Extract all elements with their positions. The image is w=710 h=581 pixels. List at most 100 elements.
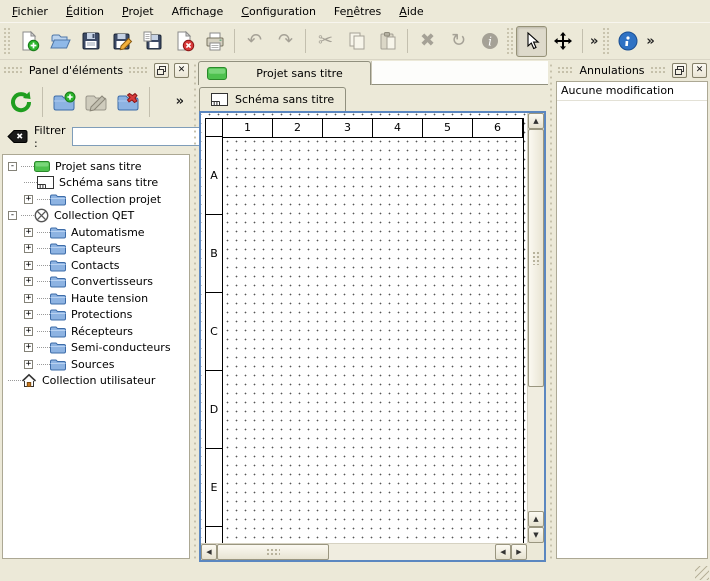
- schema-viewport: 1 2 3 4 5 6 A B C D E ▲ ▲ ▼ ◀: [199, 111, 546, 562]
- cut-button[interactable]: ✂: [310, 26, 341, 57]
- menu-fichier[interactable]: Fichier: [3, 1, 57, 22]
- schema-canvas[interactable]: 1 2 3 4 5 6 A B C D E: [201, 113, 527, 543]
- menu-fenetres[interactable]: Fenêtres: [325, 1, 390, 22]
- rotate-button[interactable]: ↻: [443, 26, 474, 57]
- menu-aide[interactable]: Aide: [390, 1, 432, 22]
- vertical-scroll-thumb[interactable]: [528, 129, 544, 387]
- toolbar-drag-handle[interactable]: [602, 27, 611, 55]
- float-panel-button[interactable]: [672, 63, 687, 78]
- folder-icon: [50, 226, 66, 239]
- select-tool-button[interactable]: [516, 26, 547, 57]
- redo-button[interactable]: ↷: [270, 26, 301, 57]
- toolbar-drag-handle[interactable]: [506, 27, 515, 55]
- row-label: E: [205, 448, 223, 527]
- edit-category-button[interactable]: [80, 86, 112, 118]
- save-as-button[interactable]: [106, 26, 137, 57]
- delete-category-button[interactable]: [112, 86, 144, 118]
- undo-panel-title: Annulations: [579, 64, 644, 77]
- toolbar-overflow-button[interactable]: »: [643, 34, 657, 49]
- tree-item-schema-sans-titre[interactable]: Schéma sans titre: [3, 175, 189, 192]
- tab-schema-sans-titre[interactable]: Schéma sans titre: [199, 87, 346, 111]
- tree-item-automatisme[interactable]: + Automatisme: [3, 224, 189, 241]
- tree-expander[interactable]: -: [8, 162, 17, 171]
- tree-item-haute-tension[interactable]: + Haute tension: [3, 290, 189, 307]
- delete-button[interactable]: ✖: [412, 26, 443, 57]
- project-icon: [207, 66, 227, 81]
- column-label: 6: [472, 118, 523, 138]
- tree-item-collection-projet[interactable]: + Collection projet: [3, 191, 189, 208]
- toolbar-overflow-button[interactable]: »: [587, 34, 601, 49]
- save-button[interactable]: [75, 26, 106, 57]
- clear-filter-button[interactable]: [7, 129, 28, 144]
- tab-projet-sans-titre[interactable]: Projet sans titre: [198, 61, 371, 85]
- project-area: Projet sans titre Schéma sans titre 1 2 …: [198, 61, 548, 562]
- dock-drag-texture[interactable]: [128, 66, 149, 75]
- tree-expander[interactable]: +: [24, 228, 33, 237]
- save-all-button[interactable]: [137, 26, 168, 57]
- print-button[interactable]: [199, 26, 230, 57]
- toolbar-drag-handle[interactable]: [3, 27, 12, 55]
- resize-grip[interactable]: [695, 566, 709, 580]
- menu-edition[interactable]: Édition: [57, 1, 113, 22]
- tree-expander[interactable]: +: [24, 327, 33, 336]
- tree-item-collection-utilisateur[interactable]: Collection utilisateur: [3, 373, 189, 390]
- tree-item-contacts[interactable]: + Contacts: [3, 257, 189, 274]
- menu-configuration[interactable]: Configuration: [232, 1, 325, 22]
- scroll-down-button[interactable]: ▼: [528, 527, 544, 543]
- tree-item-protections[interactable]: + Protections: [3, 307, 189, 324]
- scroll-left-button-2[interactable]: ◀: [495, 544, 511, 560]
- new-project-button[interactable]: [13, 26, 44, 57]
- close-file-icon: [173, 30, 195, 52]
- tree-item-capteurs[interactable]: + Capteurs: [3, 241, 189, 258]
- close-panel-button[interactable]: ✕: [692, 63, 707, 78]
- grid-corner-cell: [205, 118, 223, 138]
- tree-expander[interactable]: +: [24, 277, 33, 286]
- scroll-up-button-2[interactable]: ▲: [528, 511, 544, 527]
- diagram-info-button[interactable]: [612, 26, 643, 57]
- horizontal-scroll-thumb[interactable]: [217, 544, 329, 560]
- tree-expander[interactable]: +: [24, 310, 33, 319]
- reload-collections-button[interactable]: [5, 86, 37, 118]
- tree-expander[interactable]: +: [24, 195, 33, 204]
- dock-drag-texture[interactable]: [557, 66, 574, 75]
- info-gray-icon: i: [480, 31, 500, 51]
- undo-list-item[interactable]: Aucune modification: [557, 82, 707, 101]
- folder-icon: [50, 193, 66, 206]
- close-panel-button[interactable]: ✕: [174, 63, 189, 78]
- dock-drag-texture[interactable]: [650, 66, 667, 75]
- tree-expander[interactable]: +: [24, 294, 33, 303]
- tree-expander[interactable]: -: [8, 211, 17, 220]
- float-panel-button[interactable]: [154, 63, 169, 78]
- scroll-up-button[interactable]: ▲: [528, 113, 544, 129]
- menu-projet[interactable]: Projet: [113, 1, 163, 22]
- tree-item-projet-sans-titre[interactable]: - Projet sans titre: [3, 158, 189, 175]
- undo-button[interactable]: ↶: [239, 26, 270, 57]
- elements-panel-title: Panel d'éléments: [29, 64, 123, 77]
- scroll-right-button[interactable]: ▶: [511, 544, 527, 560]
- tree-item-convertisseurs[interactable]: + Convertisseurs: [3, 274, 189, 291]
- tree-expander[interactable]: +: [24, 360, 33, 369]
- menu-affichage[interactable]: Affichage: [163, 1, 233, 22]
- tree-item-semi-conducteurs[interactable]: + Semi-conducteurs: [3, 340, 189, 357]
- redo-icon: ↷: [278, 32, 293, 50]
- main-toolbar: ↶ ↷ ✂ ✖ ↻ i » »: [0, 23, 710, 60]
- dock-drag-texture[interactable]: [3, 66, 24, 75]
- scroll-left-button[interactable]: ◀: [201, 544, 217, 560]
- tree-expander[interactable]: +: [24, 261, 33, 270]
- new-category-button[interactable]: [48, 86, 80, 118]
- elements-toolbar-overflow-button[interactable]: »: [173, 94, 187, 109]
- save-all-icon: [142, 30, 164, 52]
- paste-button[interactable]: [372, 26, 403, 57]
- copy-button[interactable]: [341, 26, 372, 57]
- delete-icon: ✖: [420, 32, 435, 50]
- move-tool-button[interactable]: [547, 26, 578, 57]
- close-file-button[interactable]: [168, 26, 199, 57]
- tree-item-recepteurs[interactable]: + Récepteurs: [3, 323, 189, 340]
- element-info-button[interactable]: i: [474, 26, 505, 57]
- tree-expander[interactable]: +: [24, 244, 33, 253]
- open-project-button[interactable]: [44, 26, 75, 57]
- tree-item-collection-qet[interactable]: - Collection QET: [3, 208, 189, 225]
- tree-item-sources[interactable]: + Sources: [3, 356, 189, 373]
- reload-icon: [8, 89, 34, 115]
- tree-expander[interactable]: +: [24, 343, 33, 352]
